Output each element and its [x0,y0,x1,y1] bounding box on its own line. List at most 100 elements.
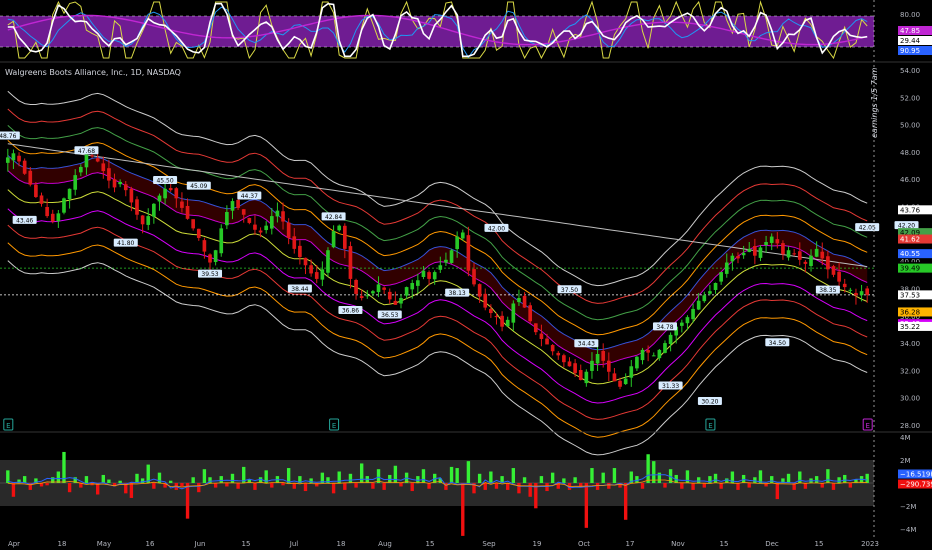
price-tag: 44.37 [241,193,258,200]
candle [764,242,768,246]
candle [129,188,134,203]
candle [483,293,488,308]
stock-chart[interactable]: 48.76 43.46 47.68 41.80 45.50 45.09 39.53 44.37… [0,0,932,550]
candle [842,283,847,288]
earnings-note: earnings 1/5 7am [870,62,882,152]
volume-bar [483,483,487,490]
x-tick-label: 15 [720,540,729,548]
price-tag: 37.50 [561,287,578,294]
candle [56,213,61,222]
candle [854,292,858,296]
volume-bar [118,480,122,483]
candle [741,252,746,256]
candle [95,158,100,162]
candle [90,155,94,157]
value-tag: 39.49 [900,265,920,273]
price-tick-label: 48.00 [900,149,920,157]
volume-bar [517,483,521,494]
volume-bar [607,483,611,489]
candle [775,239,780,244]
value-tag: 37.53 [900,291,920,299]
candle [359,296,364,299]
candle [247,217,252,223]
volume-bar [814,476,819,483]
candle [584,371,589,384]
earnings-note-text: earnings 1/5 7am [870,67,879,138]
volume-bar [45,483,49,486]
candle [264,225,269,231]
candle [404,287,409,296]
x-tick-label: 17 [626,540,635,548]
osc-value-tag: 29.44 [900,37,921,45]
price-tick-label: 52.00 [900,94,920,102]
candle [747,248,752,252]
candle [123,184,128,191]
volume-value-tag: −290.739K [900,481,932,489]
candle [213,250,218,263]
volume-bar [371,483,375,489]
volume-bar [185,483,190,519]
candle [219,228,224,254]
candle [39,195,44,204]
candle [635,356,639,369]
volume-bar [213,483,218,488]
candle [376,284,381,293]
candle [758,247,763,258]
candle [601,350,606,361]
osc-value-tag: 90.95 [900,47,920,55]
candle [286,222,291,238]
volume-bar [646,454,650,483]
volume-bar [702,483,706,488]
volume-bar [848,483,853,488]
candle [309,265,313,274]
candle [180,201,184,208]
candle [50,213,55,222]
candle [455,236,459,250]
candle [769,236,774,243]
volume-bar [573,477,577,483]
price-tick-label: 30.00 [900,395,920,403]
candle [196,228,201,238]
x-tick-label: Oct [578,540,590,548]
price-tag: 34.50 [769,340,786,347]
candle [567,361,572,367]
volume-bar [831,483,836,490]
volume-bar [270,483,274,488]
volume-bar [382,483,386,490]
candle [152,203,156,217]
candle [680,322,684,326]
volume-bar [511,468,516,483]
volume-bar [736,483,740,490]
candle [556,352,561,356]
candle [865,288,870,295]
volume-bar [758,470,763,483]
volume-bar [747,483,751,488]
candle [112,179,117,188]
candle [399,298,403,304]
volume-bar [489,471,493,483]
candle [365,295,370,297]
x-tick-label: 18 [337,540,346,548]
candle [432,272,437,280]
candle [208,254,212,263]
oscillator-pane [0,0,874,60]
candle [185,205,190,219]
candle [101,163,106,172]
candle [275,210,280,217]
volume-bar [477,473,482,483]
price-tick-label: 32.00 [900,367,920,375]
candle [702,295,707,302]
volume-bar [545,483,549,492]
x-tick-label: 18 [58,540,67,548]
candle [225,212,229,226]
volume-value-tag: −16.519K [900,471,932,479]
volume-bar [803,483,808,489]
candle [28,170,33,185]
candle [253,224,257,230]
volume-bar [101,474,105,483]
envelope-band [7,208,868,404]
candle [595,354,600,364]
candle [786,250,791,258]
volume-pane [0,451,874,536]
price-tag: 43.46 [16,217,33,224]
